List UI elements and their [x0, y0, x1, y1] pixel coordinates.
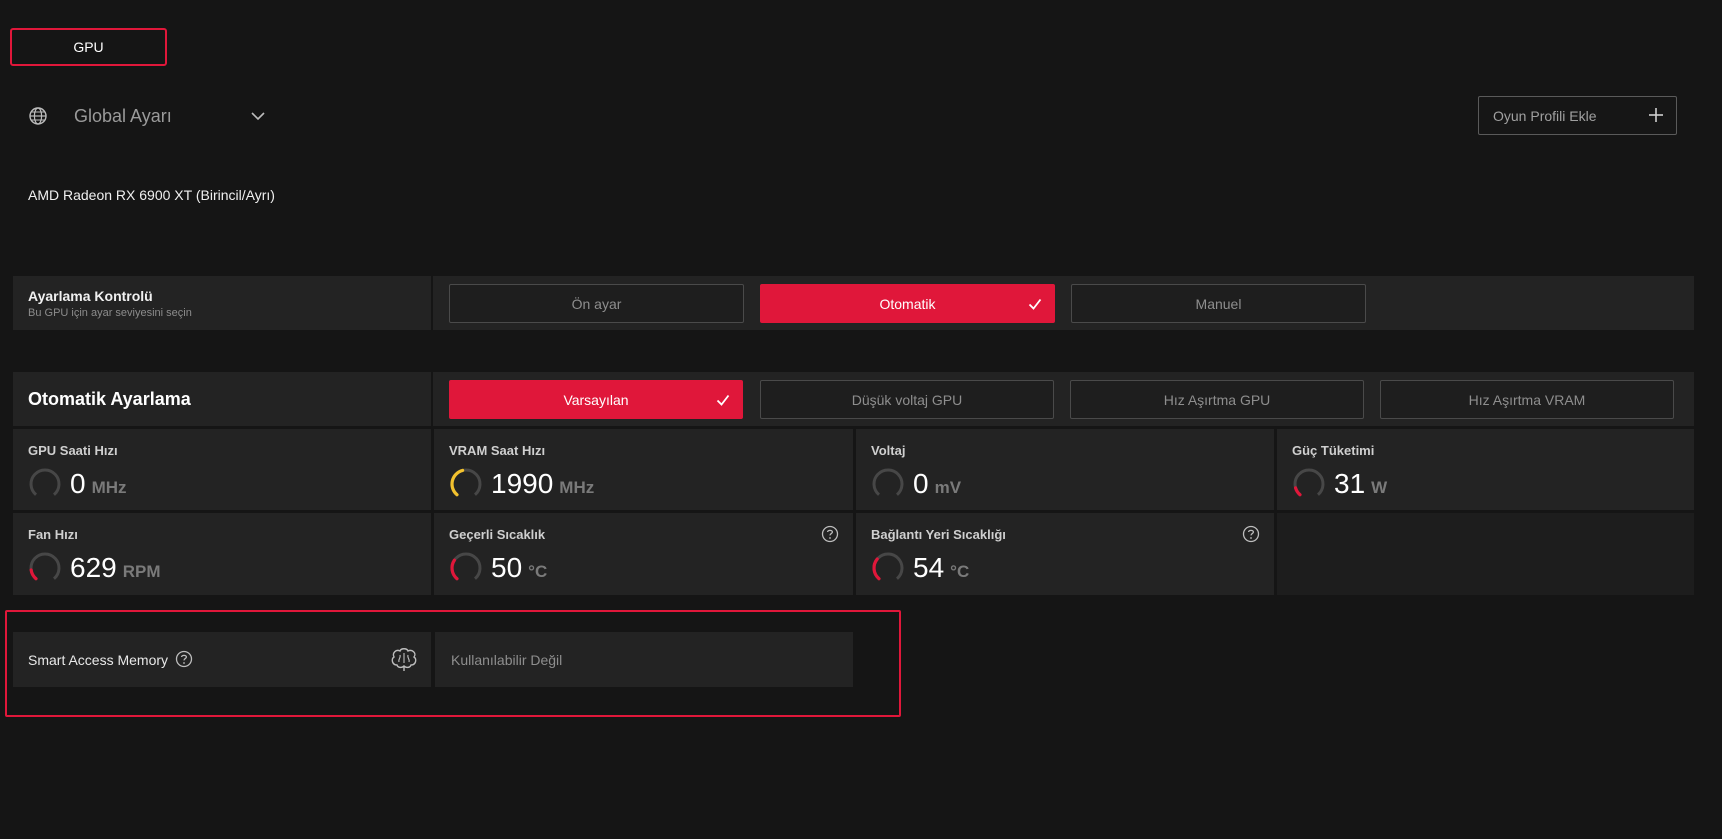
metric-unit: °C [528, 562, 548, 581]
metric-value: 0 MHz [70, 467, 127, 505]
auto-option-label: Düşük voltaj GPU [851, 391, 963, 408]
metric-value: 1990 MHz [491, 467, 594, 505]
gauge-fill [1293, 486, 1302, 497]
gauge-icon [450, 468, 482, 497]
help-icon[interactable] [821, 525, 839, 543]
tuning-control-subtitle: Bu GPU için ayar seviyesini seçin [28, 307, 192, 319]
help-icon[interactable] [1242, 525, 1260, 543]
gauge-track [1293, 468, 1325, 496]
auto-option-label: Hız Aşırtma VRAM [1468, 391, 1586, 408]
gauge-track [29, 552, 61, 580]
metric-number: 0 [70, 468, 86, 499]
tuning-control-options: Ön ayar Otomatik Manuel [433, 276, 1694, 330]
add-game-profile-label: Oyun Profili Ekle [1493, 107, 1597, 124]
metric-number: 1990 [491, 468, 554, 499]
metric-power: Güç Tüketimi 31 W [1277, 429, 1694, 510]
gauge-track [872, 552, 904, 580]
help-icon[interactable] [175, 650, 193, 668]
gauge-fill [450, 558, 459, 581]
tuning-option-label: Ön ayar [571, 295, 622, 312]
tuning-control-title: Ayarlama Kontrolü [28, 288, 153, 304]
globe-icon [29, 107, 47, 125]
tab-gpu[interactable]: GPU [10, 28, 167, 66]
tuning-option-automatic[interactable]: Otomatik [760, 284, 1055, 323]
brain-icon [391, 648, 417, 671]
sam-header: Smart Access Memory [13, 632, 431, 687]
auto-option-label: Hız Aşırtma GPU [1163, 391, 1271, 408]
tuning-option-label: Manuel [1195, 295, 1242, 312]
metric-unit: RPM [122, 562, 161, 581]
auto-tuning-title: Otomatik Ayarlama [28, 388, 191, 409]
sam-label: Smart Access Memory [28, 651, 169, 668]
metric-label: Voltaj [871, 443, 906, 458]
auto-option-default[interactable]: Varsayılan [449, 380, 743, 419]
metric-unit: MHz [559, 478, 595, 497]
metric-voltage: Voltaj 0 mV [856, 429, 1274, 510]
gauge-track [450, 552, 482, 580]
metric-gpu-clock: GPU Saati Hızı 0 MHz [13, 429, 431, 510]
gauge-track [872, 468, 904, 496]
metric-value: 629 RPM [70, 551, 161, 589]
gauge-icon [872, 552, 904, 581]
metric-unit: °C [950, 562, 970, 581]
gauge-icon [29, 552, 61, 581]
metric-number: 0 [913, 468, 929, 499]
metric-label: Fan Hızı [28, 527, 78, 542]
gauge-fill [872, 557, 881, 581]
auto-option-undervolt-gpu[interactable]: Düşük voltaj GPU [760, 380, 1054, 419]
check-icon [1028, 298, 1042, 310]
sam-status-panel: Kullanılabilir Değil [435, 632, 853, 687]
gauge-fill [450, 468, 465, 497]
tuning-option-manual[interactable]: Manuel [1071, 284, 1366, 323]
metric-current-temp: Geçerli Sıcaklık 50 °C [434, 513, 853, 595]
tuning-option-preset[interactable]: Ön ayar [449, 284, 744, 323]
metric-number: 629 [70, 552, 117, 583]
tuning-control-header: Ayarlama Kontrolü Bu GPU için ayar seviy… [13, 276, 431, 330]
chevron-down-icon[interactable] [250, 108, 266, 124]
metric-unit: mV [934, 478, 962, 497]
metric-label: VRAM Saat Hızı [449, 443, 546, 458]
auto-tuning-header: Otomatik Ayarlama [13, 372, 431, 426]
check-icon [716, 394, 730, 406]
gauge-track [29, 468, 61, 496]
auto-option-label: Varsayılan [563, 391, 629, 408]
metric-label: Bağlantı Yeri Sıcaklığı [871, 527, 1006, 542]
gauge-icon [872, 468, 904, 496]
profile-selector[interactable]: Global Ayarı [74, 104, 172, 128]
metric-value: 0 mV [913, 467, 961, 505]
metric-unit: MHz [91, 478, 127, 497]
tuning-option-label: Otomatik [879, 295, 936, 312]
metric-unit: W [1371, 478, 1388, 497]
metric-fan-speed: Fan Hızı 629 RPM [13, 513, 431, 595]
tab-gpu-label: GPU [73, 39, 104, 55]
metric-value: 54 °C [913, 551, 969, 589]
metric-number: 50 [491, 552, 523, 583]
metric-label: Geçerli Sıcaklık [449, 527, 546, 542]
auto-option-overclock-vram[interactable]: Hız Aşırtma VRAM [1380, 380, 1674, 419]
gauge-icon [29, 468, 61, 496]
auto-option-overclock-gpu[interactable]: Hız Aşırtma GPU [1070, 380, 1364, 419]
metric-label: Güç Tüketimi [1292, 443, 1375, 458]
auto-tuning-options: Varsayılan Düşük voltaj GPU Hız Aşırtma … [433, 372, 1694, 426]
add-game-profile-button[interactable]: Oyun Profili Ekle [1478, 96, 1677, 135]
gpu-name: AMD Radeon RX 6900 XT (Birincil/Ayrı) [28, 187, 275, 203]
metric-junction-temp: Bağlantı Yeri Sıcaklığı 54 °C [856, 513, 1274, 595]
plus-icon [1649, 108, 1663, 122]
sam-status: Kullanılabilir Değil [451, 651, 563, 668]
metric-vram-clock: VRAM Saat Hızı 1990 MHz [434, 429, 853, 510]
metric-value: 50 °C [491, 551, 547, 589]
metric-number: 31 [1334, 468, 1366, 499]
gauge-icon [450, 552, 482, 581]
metric-value: 31 W [1334, 467, 1387, 505]
metric-number: 54 [913, 552, 945, 583]
metric-empty-cell [1277, 513, 1694, 595]
gauge-fill [29, 568, 38, 581]
metric-label: GPU Saati Hızı [28, 443, 118, 458]
gauge-icon [1293, 468, 1325, 497]
